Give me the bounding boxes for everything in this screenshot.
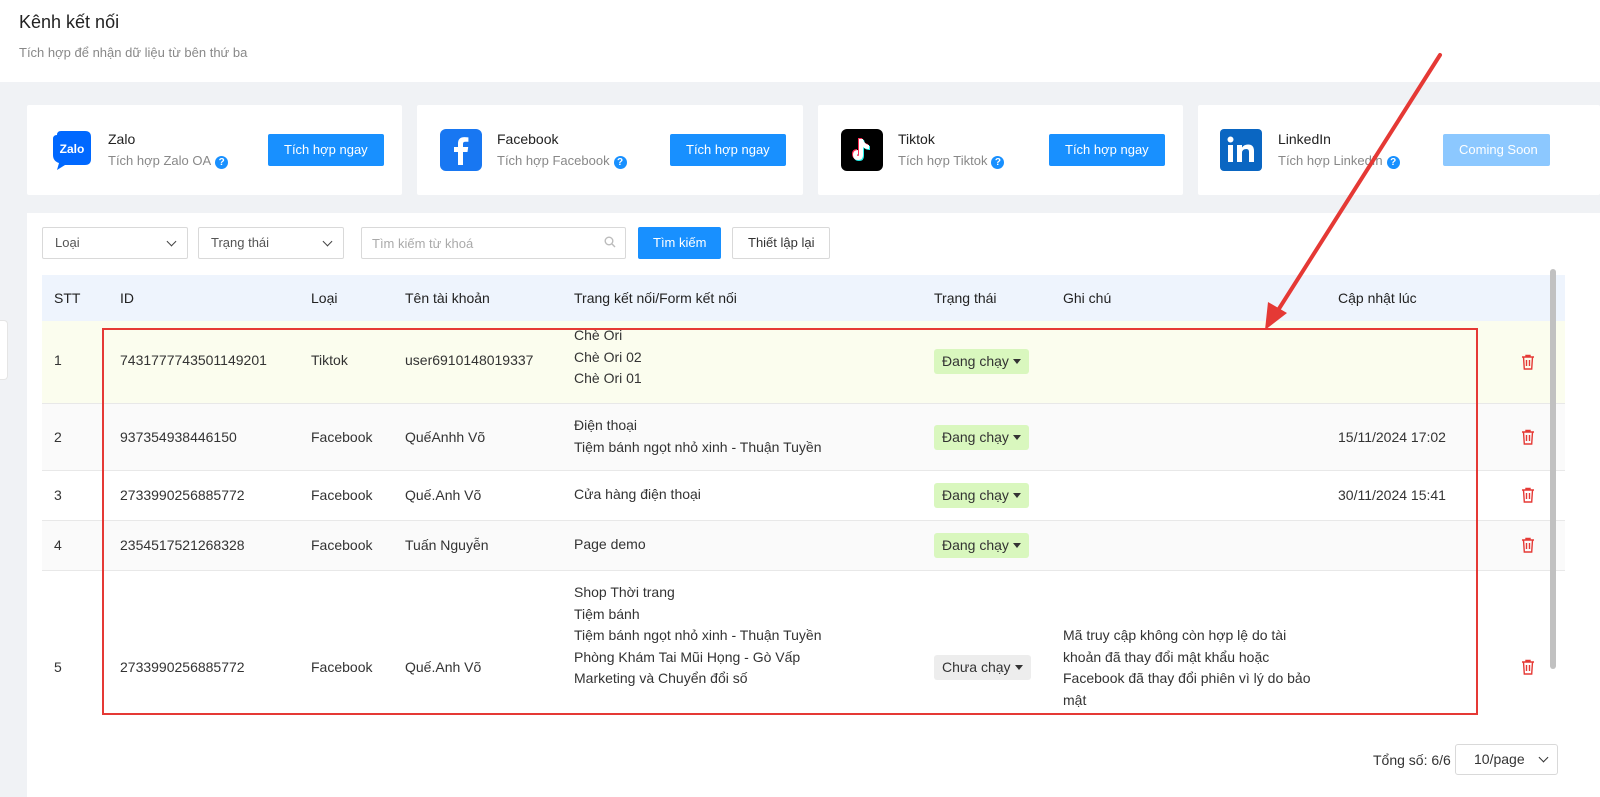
annotation-arrow <box>1265 53 1442 330</box>
